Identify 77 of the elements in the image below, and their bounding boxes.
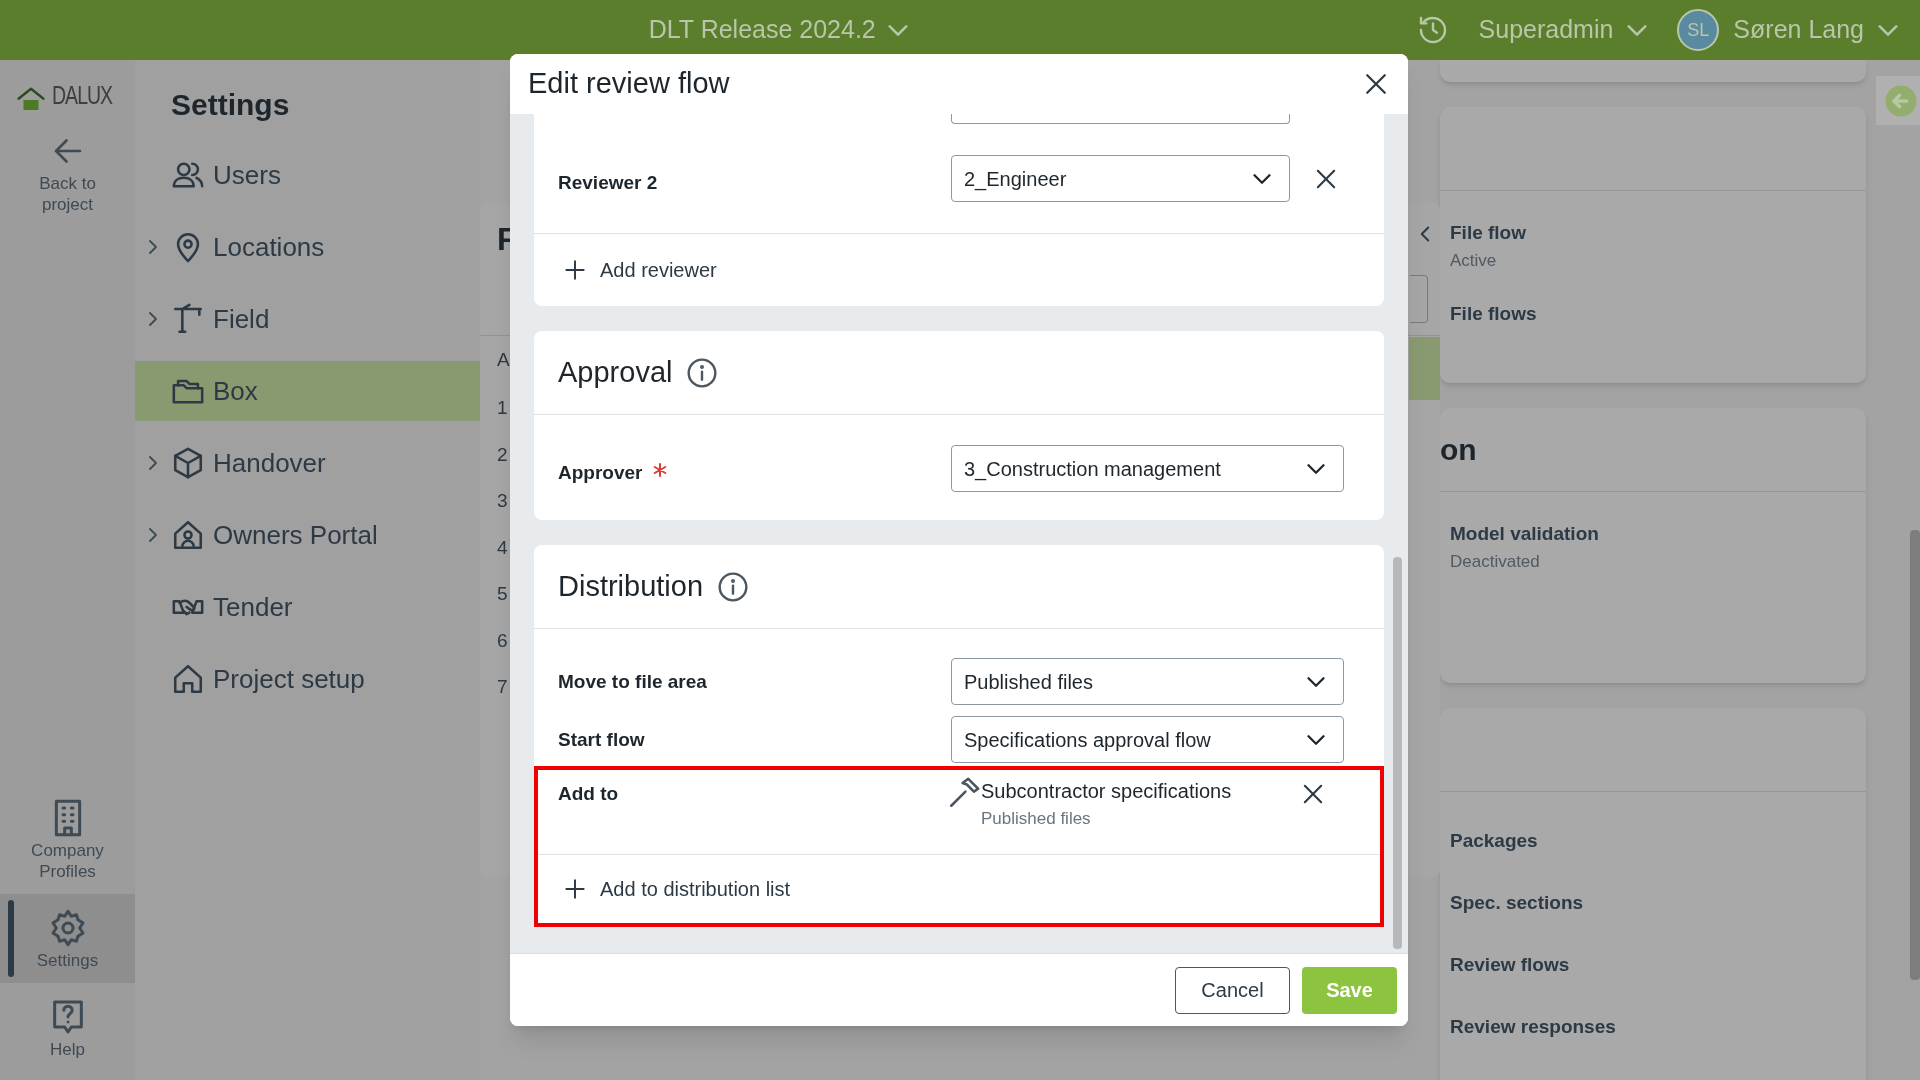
chevron-down-icon — [1253, 173, 1271, 184]
chevron-right-icon[interactable] — [149, 240, 157, 254]
project-selector[interactable]: DLT Release 2024.2 — [648, 11, 876, 49]
crane-icon — [171, 302, 205, 336]
add-link[interactable]: Add to distribution list — [562, 873, 791, 904]
package-icon — [171, 446, 205, 480]
section-heading: Distribution — [558, 568, 704, 604]
settings-nav-item[interactable]: Project setup — [135, 649, 480, 709]
input-field[interactable] — [1410, 275, 1428, 323]
row-number: 2 — [497, 442, 508, 467]
settings-link[interactable]: Review responses — [1450, 1012, 1866, 1042]
field-label: Add to — [558, 782, 619, 806]
settings-nav-item[interactable]: Tender — [135, 577, 480, 637]
field-label: Start flow — [558, 728, 645, 752]
chevron-down-icon — [1307, 463, 1325, 474]
row-number: 3 — [497, 489, 508, 513]
dropdown[interactable] — [951, 114, 1290, 124]
dropdown[interactable]: Specifications approval flow — [951, 716, 1344, 763]
dropdown[interactable]: 3_Construction management — [951, 445, 1344, 492]
row-number: 6 — [497, 628, 508, 653]
scrollbar-thumb[interactable] — [1910, 530, 1920, 980]
logo-text: DALUX — [52, 79, 113, 112]
settings-link[interactable]: File flows — [1450, 299, 1866, 329]
rail-item[interactable]: Settings — [0, 894, 135, 983]
cancel-button[interactable]: Cancel — [1175, 966, 1290, 1014]
role-selector[interactable]: Superadmin — [1478, 11, 1614, 49]
chevron-down-icon — [1307, 734, 1325, 745]
settings-title: Settings — [170, 87, 291, 123]
house-person-icon — [171, 518, 205, 552]
dropdown[interactable]: 2_Engineer — [951, 155, 1290, 202]
field-label: Approver — [558, 461, 643, 485]
settings-link[interactable]: File flow — [1450, 219, 1866, 248]
row-number: 1 — [497, 396, 508, 420]
arrow-left-circle-icon — [1883, 83, 1918, 118]
column-header: A — [497, 348, 510, 372]
scrollbar-thumb[interactable] — [1393, 557, 1402, 949]
house-icon — [171, 662, 205, 696]
user-name[interactable]: Søren Lang — [1733, 11, 1864, 49]
dropdown[interactable]: Published files — [951, 658, 1344, 705]
settings-nav-item[interactable]: Owners Portal — [135, 505, 480, 565]
info-icon[interactable] — [717, 570, 750, 603]
chevron-right-icon[interactable] — [149, 456, 157, 470]
required-asterisk-icon — [652, 462, 669, 478]
settings-nav-item[interactable]: Field — [135, 289, 480, 349]
back-to-project-button[interactable]: Back to project — [22, 133, 113, 215]
status-text: Deactivated — [1450, 550, 1541, 573]
file-area-text: Published files — [981, 808, 1092, 830]
hammer-icon — [947, 776, 981, 810]
add-link[interactable]: Add reviewer — [562, 255, 717, 285]
settings-link[interactable]: Packages — [1450, 826, 1866, 856]
dialog-title: Edit review flow — [528, 66, 730, 102]
chevron-down-icon — [1307, 676, 1325, 687]
chevron-right-icon[interactable] — [149, 528, 157, 542]
rail-item[interactable]: Help — [0, 983, 135, 1072]
settings-link[interactable]: Spec. sections — [1450, 888, 1866, 918]
section-heading: Approval — [558, 354, 673, 390]
card-heading: on — [1440, 432, 1477, 468]
selected-row-highlight — [1409, 337, 1440, 400]
status-text: Active — [1450, 249, 1498, 272]
info-icon[interactable] — [686, 356, 719, 389]
field-label: Reviewer 2 — [558, 171, 658, 195]
row-number: 7 — [497, 675, 508, 699]
chevron-down-icon[interactable] — [1627, 24, 1648, 36]
row-number: 4 — [497, 535, 508, 560]
settings-nav-item[interactable]: Handover — [135, 433, 480, 493]
settings-nav-item[interactable]: Box — [135, 361, 480, 421]
field-label: Move to file area — [558, 670, 707, 694]
rail-item[interactable]: Company Profiles — [0, 784, 135, 894]
settings-nav-item[interactable]: Users — [135, 145, 480, 205]
chevron-down-icon[interactable] — [1878, 24, 1898, 36]
distribution-list-name: Subcontractor specifications — [981, 779, 1233, 804]
settings-link[interactable]: Review flows — [1450, 950, 1866, 980]
row-number: 5 — [497, 582, 508, 606]
settings-nav-item[interactable]: Locations — [135, 217, 480, 277]
chevron-right-icon[interactable] — [149, 312, 157, 326]
chevron-down-icon[interactable] — [887, 24, 908, 36]
settings-link[interactable]: Model validation — [1450, 520, 1866, 549]
